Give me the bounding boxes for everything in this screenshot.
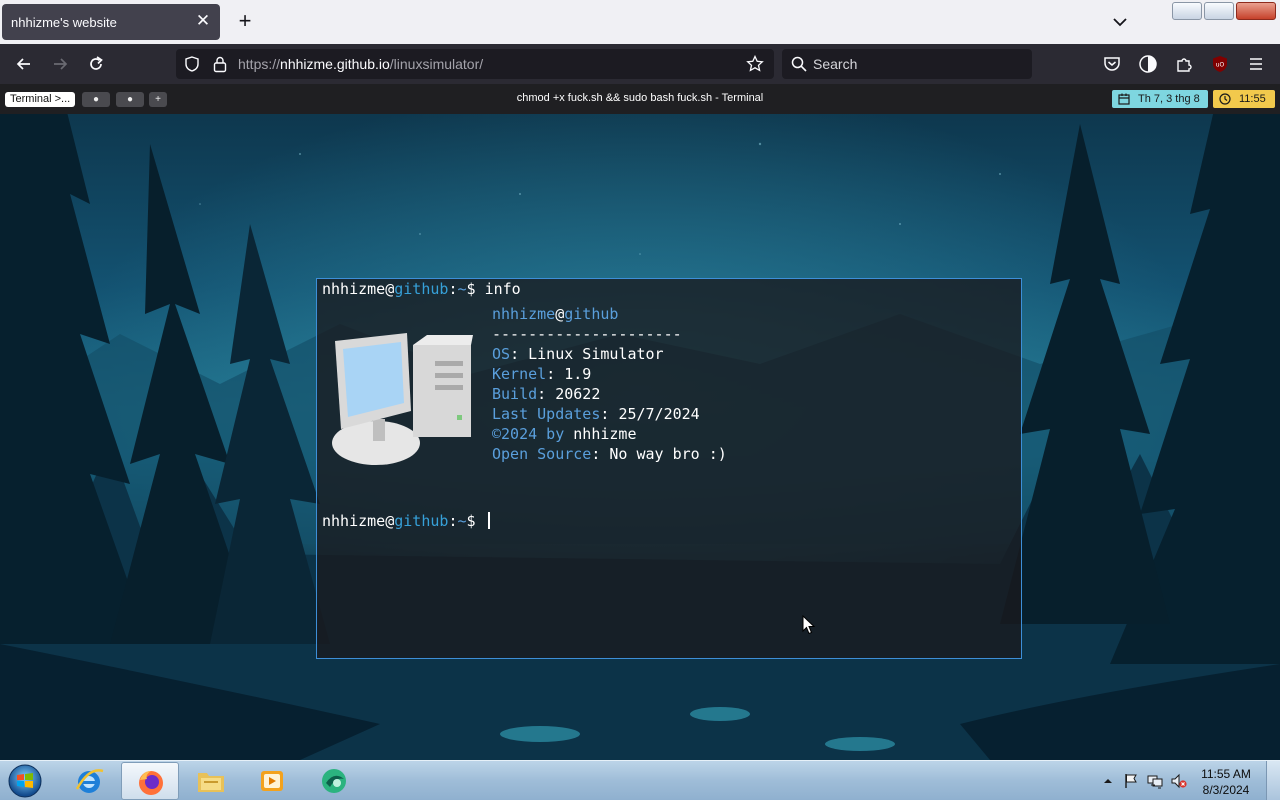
- maximize-button[interactable]: [1204, 2, 1234, 20]
- prompt-line-2[interactable]: nhhizme@github:~$: [322, 511, 490, 531]
- bookmark-star-icon[interactable]: [746, 55, 764, 73]
- minimize-button[interactable]: [1172, 2, 1202, 20]
- folder-icon: [198, 773, 224, 792]
- taskbar-firefox[interactable]: [121, 762, 179, 800]
- url-bar[interactable]: https://nhhizme.github.io/linuxsimulator…: [176, 49, 774, 79]
- computer-icon: [332, 333, 473, 465]
- info-kernel: Kernel: 1.9: [492, 365, 592, 383]
- internet-explorer-icon: [75, 769, 104, 793]
- command-text: info: [484, 280, 521, 298]
- time-widget[interactable]: 11:55: [1213, 90, 1275, 108]
- network-icon[interactable]: [1147, 773, 1163, 789]
- info-os: OS: Linux Simulator: [492, 345, 664, 363]
- new-tab-icon[interactable]: +: [234, 10, 256, 32]
- calendar-icon: [1118, 93, 1130, 105]
- close-window-button[interactable]: [1236, 2, 1276, 20]
- date-widget[interactable]: Th 7, 3 thg 8: [1112, 90, 1208, 108]
- action-center-flag-icon[interactable]: [1123, 773, 1139, 789]
- text-cursor: [487, 512, 490, 529]
- tab-close-icon[interactable]: ✕: [194, 12, 212, 30]
- desktop-top-bar: Terminal >... ● ● + chmod +x fuck.sh && …: [0, 84, 1280, 114]
- show-hidden-icons-icon[interactable]: [1100, 773, 1116, 789]
- extensions-puzzle-icon[interactable]: [1174, 54, 1194, 74]
- browser-tab-strip: nhhizme's website ✕ +: [0, 0, 1280, 44]
- green-app-icon: [322, 769, 346, 793]
- time-text: 11:55: [1239, 93, 1266, 105]
- url-text: https://nhhizme.github.io/linuxsimulator…: [238, 56, 484, 72]
- profile-sync-icon[interactable]: [1138, 54, 1158, 74]
- clock-icon: [1219, 93, 1231, 105]
- info-copyright: ©2024 by nhhizme: [492, 425, 637, 443]
- info-user-host: nhhizme@github: [492, 305, 619, 323]
- info-open-source: Open Source: No way bro :): [492, 445, 727, 463]
- menu-hamburger-icon[interactable]: [1246, 54, 1266, 74]
- browser-nav-bar: https://nhhizme.github.io/linuxsimulator…: [0, 44, 1280, 84]
- active-window-title: chmod +x fuck.sh && sudo bash fuck.sh - …: [516, 92, 764, 104]
- svg-text:uO: uO: [1216, 62, 1225, 69]
- lock-icon[interactable]: [212, 55, 228, 73]
- taskbar-media-player[interactable]: [243, 762, 301, 800]
- forward-arrow-icon[interactable]: [50, 54, 70, 74]
- date-text: Th 7, 3 thg 8: [1138, 93, 1200, 105]
- pocket-icon[interactable]: [1102, 54, 1122, 74]
- shield-icon[interactable]: [184, 56, 200, 72]
- browser-tab[interactable]: nhhizme's website ✕: [2, 4, 220, 40]
- search-bar[interactable]: Search: [782, 49, 1032, 79]
- clock-date: 8/3/2024: [1202, 783, 1250, 797]
- mouse-pointer-icon: [802, 615, 816, 635]
- info-last-updates: Last Updates: 25/7/2024: [492, 405, 700, 423]
- system-clock[interactable]: 11:55 AM 8/3/2024: [1196, 766, 1256, 798]
- firefox-icon: [139, 771, 163, 795]
- volume-muted-icon[interactable]: [1171, 773, 1187, 789]
- taskbar-app-green[interactable]: [305, 762, 363, 800]
- media-player-icon: [261, 771, 283, 791]
- search-icon: [791, 56, 807, 72]
- window-controls: [1172, 2, 1276, 20]
- ublock-origin-icon[interactable]: uO: [1210, 54, 1230, 74]
- info-divider: ---------------------: [492, 325, 682, 343]
- start-button[interactable]: [6, 763, 44, 799]
- taskbar-file-explorer[interactable]: [182, 762, 240, 800]
- chevron-down-icon[interactable]: [1110, 12, 1130, 32]
- tab-title: nhhizme's website: [11, 15, 117, 30]
- windows-taskbar: 11:55 AM 8/3/2024: [0, 760, 1280, 800]
- prompt-line-1: nhhizme@github:~$ info: [322, 280, 521, 298]
- show-desktop-button[interactable]: [1266, 761, 1280, 800]
- info-build: Build: 20622: [492, 385, 601, 403]
- back-arrow-icon[interactable]: [14, 54, 34, 74]
- terminal-window[interactable]: nhhizme@github:~$ info nhhizme@github --…: [316, 278, 1022, 659]
- taskbar-internet-explorer[interactable]: [60, 762, 118, 800]
- search-placeholder: Search: [813, 56, 858, 72]
- linux-simulator-desktop: Terminal >... ● ● + chmod +x fuck.sh && …: [0, 84, 1280, 760]
- clock-time: 11:55 AM: [1201, 767, 1251, 781]
- reload-icon[interactable]: [86, 54, 106, 74]
